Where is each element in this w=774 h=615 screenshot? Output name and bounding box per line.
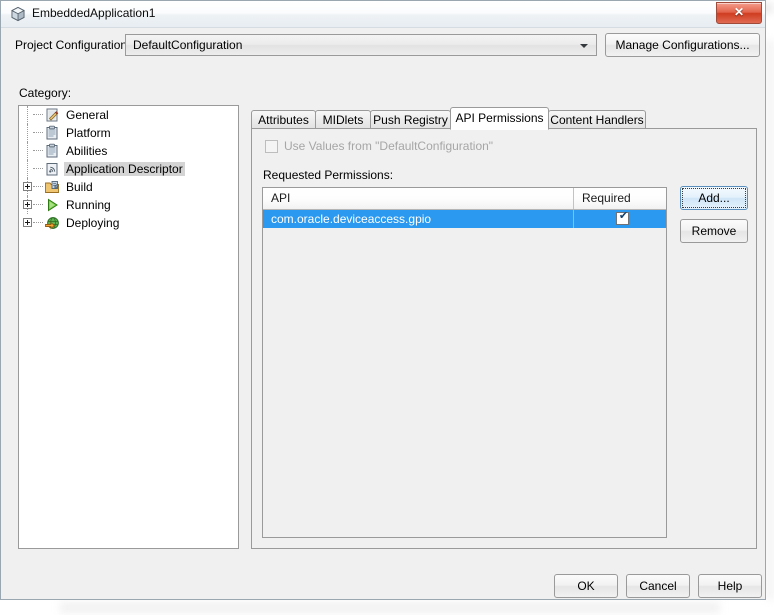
column-divider <box>573 210 574 228</box>
tab-api-permissions[interactable]: API Permissions <box>450 107 549 130</box>
tree-item-label: Build <box>66 180 93 194</box>
check-icon: ✔ <box>618 210 629 222</box>
use-values-label: Use Values from "DefaultConfiguration" <box>284 139 494 153</box>
project-configuration-row: Project Configuration: DefaultConfigurat… <box>1 27 765 65</box>
tree-item-label: Deploying <box>66 216 120 230</box>
build-folder-icon <box>44 179 60 195</box>
table-row[interactable]: com.oracle.deviceaccess.gpio ✔ <box>263 210 666 228</box>
category-tree[interactable]: General Platform Abilities Application D… <box>18 105 239 549</box>
clipboard-icon <box>44 125 60 141</box>
add-button-label: Add... <box>698 191 730 205</box>
tree-line <box>33 114 43 115</box>
tree-item-running[interactable]: Running <box>19 196 238 214</box>
chevron-down-icon <box>580 44 588 48</box>
project-configuration-label: Project Configuration: <box>15 38 131 52</box>
column-header-api[interactable]: API <box>271 191 290 205</box>
help-button[interactable]: Help <box>698 574 762 598</box>
use-values-checkbox[interactable] <box>265 140 278 153</box>
tree-line <box>33 222 43 223</box>
tree-line <box>33 132 43 133</box>
tree-item-label: Application Descriptor <box>64 162 185 176</box>
tree-expand-icon[interactable] <box>23 182 32 191</box>
play-icon <box>44 197 60 213</box>
column-divider <box>573 188 574 209</box>
tree-item-label: General <box>66 108 109 122</box>
window-title: EmbeddedApplication1 <box>32 6 156 20</box>
tree-expand-icon[interactable] <box>23 200 32 209</box>
note-pencil-icon <box>44 107 60 123</box>
tree-item-deploying[interactable]: Deploying <box>19 214 238 232</box>
tree-item-general[interactable]: General <box>19 106 238 124</box>
remove-button[interactable]: Remove <box>680 219 748 243</box>
tree-line <box>33 168 43 169</box>
table-header: API Required <box>263 188 666 210</box>
category-label: Category: <box>19 86 72 100</box>
remove-button-label: Remove <box>691 224 737 238</box>
project-configuration-select[interactable]: DefaultConfiguration <box>125 34 597 56</box>
backdrop-blur-side <box>766 40 774 600</box>
requested-permissions-label: Requested Permissions: <box>263 168 394 182</box>
column-header-required[interactable]: Required <box>582 191 631 205</box>
close-icon: ✕ <box>733 5 745 19</box>
cube-icon <box>10 6 26 22</box>
backdrop-blur-bottom <box>60 602 720 613</box>
tree-line <box>27 106 28 124</box>
ok-button[interactable]: OK <box>554 574 618 598</box>
tree-line <box>27 142 28 160</box>
tree-item-application-descriptor[interactable]: Application Descriptor <box>19 160 238 178</box>
tab-midlets[interactable]: MIDlets <box>315 110 371 129</box>
tab-attributes[interactable]: Attributes <box>251 110 316 129</box>
tab-content-handlers[interactable]: Content Handlers <box>548 110 646 129</box>
window-titlebar: EmbeddedApplication1 ✕ <box>1 1 765 28</box>
tree-item-abilities[interactable]: Abilities <box>19 142 238 160</box>
tree-item-label: Platform <box>66 126 111 140</box>
tree-line <box>27 160 28 178</box>
required-checkbox[interactable]: ✔ <box>616 210 629 225</box>
cancel-button[interactable]: Cancel <box>626 574 690 598</box>
tree-item-label: Abilities <box>66 144 108 158</box>
project-configuration-value: DefaultConfiguration <box>133 38 243 52</box>
tree-item-platform[interactable]: Platform <box>19 124 238 142</box>
tree-line <box>33 150 43 151</box>
deploy-globe-icon <box>44 215 60 231</box>
tree-line <box>33 204 43 205</box>
tree-item-label: Running <box>66 198 111 212</box>
project-properties-dialog: EmbeddedApplication1 ✕ Project Configura… <box>0 0 766 600</box>
cell-api: com.oracle.deviceaccess.gpio <box>271 212 432 226</box>
tree-line <box>33 186 43 187</box>
descriptor-icon <box>44 161 60 177</box>
tab-strip: Attributes MIDlets Push Registry API Per… <box>251 107 661 130</box>
tab-push-registry[interactable]: Push Registry <box>370 110 451 129</box>
manage-configurations-button[interactable]: Manage Configurations... <box>605 33 760 57</box>
tree-line <box>27 124 28 142</box>
close-button[interactable]: ✕ <box>716 2 762 24</box>
requested-permissions-table[interactable]: API Required com.oracle.deviceaccess.gpi… <box>262 187 667 538</box>
clipboard-icon <box>44 143 60 159</box>
add-button[interactable]: Add... <box>680 186 748 210</box>
tree-item-build[interactable]: Build <box>19 178 238 196</box>
tree-expand-icon[interactable] <box>23 218 32 227</box>
